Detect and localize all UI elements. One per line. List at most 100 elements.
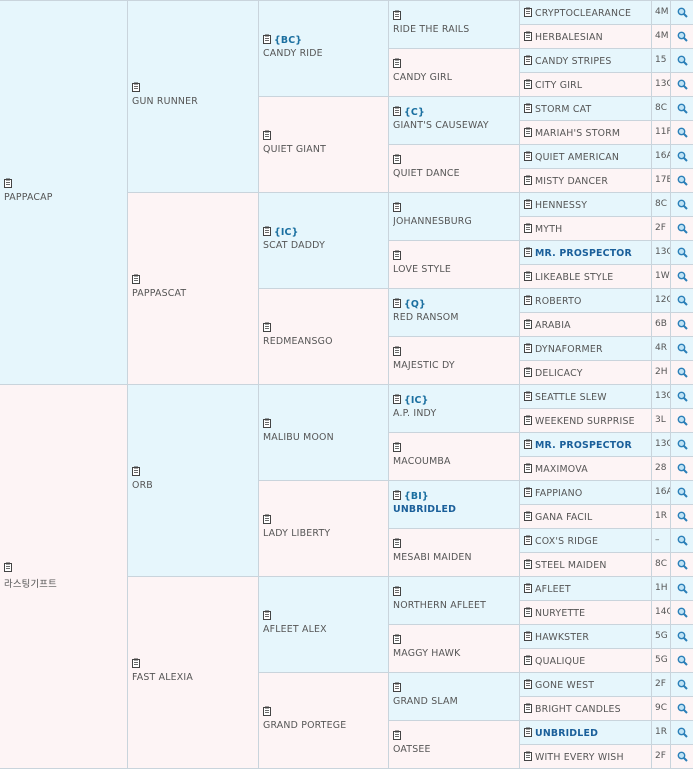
search-button[interactable] (671, 193, 693, 217)
pedigree-cell-gen4[interactable]: MACOUMBA (389, 433, 520, 481)
horse-name[interactable]: QUALIQUE (535, 656, 585, 667)
horse-name[interactable]: MR. PROSPECTOR (535, 248, 632, 259)
search-button[interactable] (671, 625, 693, 649)
horse-name[interactable]: MAGGY HAWK (393, 648, 517, 659)
horse-name[interactable]: WITH EVERY WISH (535, 752, 624, 763)
pedigree-cell-gen5[interactable]: UNBRIDLED (520, 721, 652, 745)
pedigree-cell-gen4[interactable]: MAGGY HAWK (389, 625, 520, 673)
horse-name[interactable]: STORM CAT (535, 104, 591, 115)
pedigree-cell-gen5[interactable]: WEEKEND SURPRISE (520, 409, 652, 433)
horse-name[interactable]: PAPPASCAT (132, 288, 256, 299)
search-button[interactable] (671, 433, 693, 457)
pedigree-cell-gen3[interactable]: REDMEANSGO (259, 289, 389, 385)
pedigree-cell-gen3[interactable]: MALIBU MOON (259, 385, 389, 481)
pedigree-cell-gen4[interactable]: RIDE THE RAILS (389, 1, 520, 49)
pedigree-cell-gen5[interactable]: ROBERTO (520, 289, 652, 313)
horse-name[interactable]: UNBRIDLED (535, 728, 598, 739)
pedigree-cell-gen4[interactable]: QUIET DANCE (389, 145, 520, 193)
horse-name[interactable]: HERBALESIAN (535, 32, 603, 43)
horse-name[interactable]: MESABI MAIDEN (393, 552, 517, 563)
search-button[interactable] (671, 289, 693, 313)
horse-name[interactable]: FAST ALEXIA (132, 672, 256, 683)
horse-name[interactable]: LIKEABLE STYLE (535, 272, 613, 283)
search-button[interactable] (671, 121, 693, 145)
horse-name[interactable]: QUIET AMERICAN (535, 152, 619, 163)
pedigree-cell-gen4[interactable]: LOVE STYLE (389, 241, 520, 289)
pedigree-cell-gen5[interactable]: FAPPIANO (520, 481, 652, 505)
horse-name[interactable]: CANDY RIDE (263, 48, 386, 59)
horse-name[interactable]: MALIBU MOON (263, 432, 386, 443)
horse-name[interactable]: CANDY STRIPES (535, 56, 611, 67)
pedigree-cell-gen4[interactable]: JOHANNESBURG (389, 193, 520, 241)
pedigree-cell-gen2[interactable]: FAST ALEXIA (128, 577, 259, 769)
search-button[interactable] (671, 529, 693, 553)
horse-name[interactable]: UNBRIDLED (393, 504, 517, 515)
horse-name[interactable]: RED RANSOM (393, 312, 517, 323)
horse-name[interactable]: AFLEET ALEX (263, 624, 386, 635)
pedigree-cell-gen4[interactable]: OATSEE (389, 721, 520, 769)
horse-name[interactable]: NORTHERN AFLEET (393, 600, 517, 611)
search-button[interactable] (671, 217, 693, 241)
pedigree-cell-gen3[interactable]: {IC} SCAT DADDY (259, 193, 389, 289)
pedigree-cell-gen5[interactable]: HENNESSY (520, 193, 652, 217)
pedigree-cell-gen2[interactable]: PAPPASCAT (128, 193, 259, 385)
search-button[interactable] (671, 649, 693, 673)
pedigree-cell-gen4[interactable]: MAJESTIC DY (389, 337, 520, 385)
pedigree-cell-gen4[interactable]: {C} GIANT'S CAUSEWAY (389, 97, 520, 145)
horse-name[interactable]: DYNAFORMER (535, 344, 603, 355)
horse-name[interactable]: CRYPTOCLEARANCE (535, 8, 631, 19)
pedigree-cell-gen4[interactable]: {IC} A.P. INDY (389, 385, 520, 433)
pedigree-cell-gen5[interactable]: MAXIMOVA (520, 457, 652, 481)
horse-name[interactable]: MAXIMOVA (535, 464, 588, 475)
horse-name[interactable]: LADY LIBERTY (263, 528, 386, 539)
horse-name[interactable]: COX'S RIDGE (535, 536, 598, 547)
horse-name[interactable]: MAJESTIC DY (393, 360, 517, 371)
search-button[interactable] (671, 505, 693, 529)
search-button[interactable] (671, 601, 693, 625)
pedigree-cell-gen5[interactable]: CRYPTOCLEARANCE (520, 1, 652, 25)
search-button[interactable] (671, 337, 693, 361)
pedigree-cell-gen5[interactable]: MR. PROSPECTOR (520, 241, 652, 265)
horse-name[interactable]: A.P. INDY (393, 408, 517, 419)
pedigree-cell-gen5[interactable]: NURYETTE (520, 601, 652, 625)
pedigree-cell-gen5[interactable]: QUIET AMERICAN (520, 145, 652, 169)
pedigree-cell-gen4[interactable]: CANDY GIRL (389, 49, 520, 97)
pedigree-cell-gen5[interactable]: HERBALESIAN (520, 25, 652, 49)
search-button[interactable] (671, 265, 693, 289)
search-button[interactable] (671, 457, 693, 481)
pedigree-cell-gen5[interactable]: COX'S RIDGE (520, 529, 652, 553)
search-button[interactable] (671, 1, 693, 25)
pedigree-cell-gen4[interactable]: NORTHERN AFLEET (389, 577, 520, 625)
horse-name[interactable]: GUN RUNNER (132, 96, 256, 107)
pedigree-cell-gen4[interactable]: GRAND SLAM (389, 673, 520, 721)
pedigree-cell-gen1[interactable]: PAPPACAP (0, 1, 128, 385)
horse-name[interactable]: SEATTLE SLEW (535, 392, 607, 403)
horse-name[interactable]: FAPPIANO (535, 488, 582, 499)
horse-name[interactable]: HENNESSY (535, 200, 587, 211)
horse-name[interactable]: 라스팅기프트 (4, 576, 125, 590)
horse-name[interactable]: MARIAH'S STORM (535, 128, 620, 139)
pedigree-cell-gen5[interactable]: WITH EVERY WISH (520, 745, 652, 769)
search-button[interactable] (671, 241, 693, 265)
horse-name[interactable]: MACOUMBA (393, 456, 517, 467)
pedigree-cell-gen3[interactable]: AFLEET ALEX (259, 577, 389, 673)
pedigree-cell-gen4[interactable]: {BI} UNBRIDLED (389, 481, 520, 529)
horse-name[interactable]: DELICACY (535, 368, 583, 379)
pedigree-cell-gen5[interactable]: BRIGHT CANDLES (520, 697, 652, 721)
horse-name[interactable]: HAWKSTER (535, 632, 589, 643)
horse-name[interactable]: ARABIA (535, 320, 571, 331)
horse-name[interactable]: NURYETTE (535, 608, 585, 619)
horse-name[interactable]: ROBERTO (535, 296, 582, 307)
pedigree-cell-gen5[interactable]: LIKEABLE STYLE (520, 265, 652, 289)
horse-name[interactable]: MYTH (535, 224, 562, 235)
horse-name[interactable]: QUIET DANCE (393, 168, 517, 179)
horse-name[interactable]: SCAT DADDY (263, 240, 386, 251)
horse-name[interactable]: WEEKEND SURPRISE (535, 416, 635, 427)
pedigree-cell-gen3[interactable]: LADY LIBERTY (259, 481, 389, 577)
horse-name[interactable]: GANA FACIL (535, 512, 592, 523)
horse-name[interactable]: GRAND SLAM (393, 696, 517, 707)
pedigree-cell-gen5[interactable]: CITY GIRL (520, 73, 652, 97)
horse-name[interactable]: JOHANNESBURG (393, 216, 517, 227)
pedigree-cell-gen4[interactable]: {Q} RED RANSOM (389, 289, 520, 337)
pedigree-cell-gen5[interactable]: CANDY STRIPES (520, 49, 652, 73)
